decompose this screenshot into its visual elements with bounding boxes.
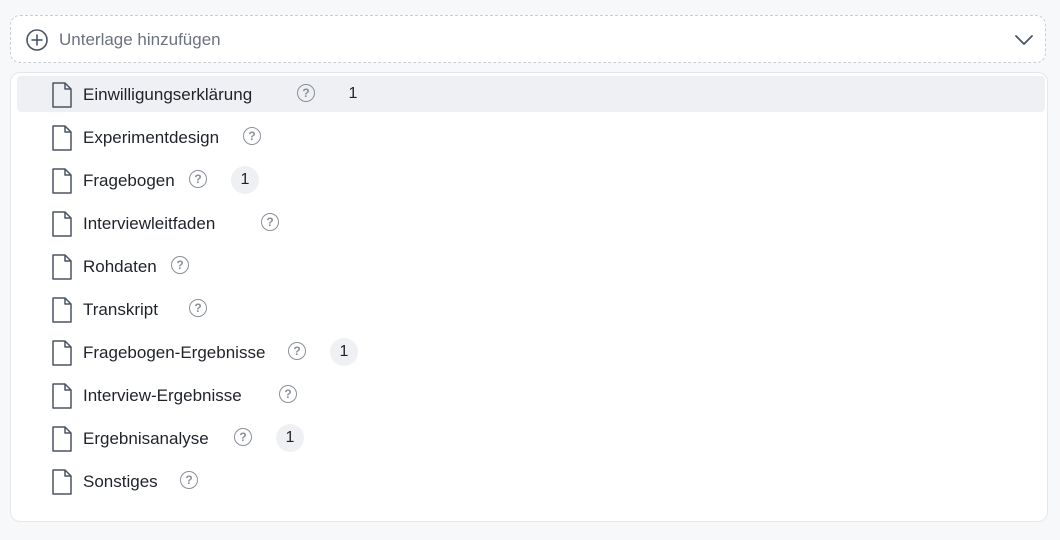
list-item[interactable]: Experimentdesign ? xyxy=(17,119,1045,155)
list-item[interactable]: Transkript ? xyxy=(17,291,1045,327)
list-item[interactable]: Einwilligungserklärung ? 1 xyxy=(17,76,1045,112)
document-icon xyxy=(52,383,72,409)
help-icon[interactable]: ? xyxy=(288,342,306,360)
plus-circle-icon xyxy=(26,29,48,51)
document-icon xyxy=(52,297,72,323)
help-icon[interactable]: ? xyxy=(279,385,297,403)
document-icon xyxy=(52,254,72,280)
add-document-label: Unterlage hinzufügen xyxy=(59,30,221,49)
list-item[interactable]: Sonstiges ? xyxy=(17,463,1045,499)
document-icon xyxy=(52,211,72,237)
document-icon xyxy=(52,125,72,151)
help-icon[interactable]: ? xyxy=(261,213,279,231)
list-item[interactable]: Interview-Ergebnisse ? xyxy=(17,377,1045,413)
item-label: Rohdaten xyxy=(83,257,157,276)
help-icon[interactable]: ? xyxy=(297,84,315,102)
help-icon[interactable]: ? xyxy=(243,127,261,145)
document-icon xyxy=(52,340,72,366)
document-icon xyxy=(52,426,72,452)
document-icon xyxy=(52,82,72,108)
list-item[interactable]: Rohdaten ? xyxy=(17,248,1045,284)
help-icon[interactable]: ? xyxy=(189,170,207,188)
item-label: Experimentdesign xyxy=(83,128,220,147)
list-item[interactable]: Ergebnisanalyse ? 1 xyxy=(17,420,1045,456)
count-badge: 1 xyxy=(276,424,304,452)
help-icon[interactable]: ? xyxy=(180,471,198,489)
item-label: Sonstiges xyxy=(83,472,158,491)
item-label: Einwilligungserklärung xyxy=(83,85,253,104)
item-label: Interview-Ergebnisse xyxy=(83,386,242,405)
item-label: Fragebogen-Ergebnisse xyxy=(83,343,266,362)
document-type-list: Einwilligungserklärung ? 1 Experimentdes… xyxy=(10,72,1048,522)
help-icon[interactable]: ? xyxy=(189,299,207,317)
item-label: Transkript xyxy=(83,300,158,319)
count-badge: 1 xyxy=(348,85,358,102)
chevron-down-icon[interactable] xyxy=(1013,30,1035,50)
count-badge: 1 xyxy=(330,338,358,366)
count-badge: 1 xyxy=(231,166,259,194)
item-label: Fragebogen xyxy=(83,171,175,190)
list-item[interactable]: Fragebogen ? 1 xyxy=(17,162,1045,198)
list-item[interactable]: Interviewleitfaden ? xyxy=(17,205,1045,241)
list-item[interactable]: Fragebogen-Ergebnisse ? 1 xyxy=(17,334,1045,370)
help-icon[interactable]: ? xyxy=(171,256,189,274)
item-label: Ergebnisanalyse xyxy=(83,429,209,448)
document-icon xyxy=(52,469,72,495)
document-icon xyxy=(52,168,72,194)
item-label: Interviewleitfaden xyxy=(83,214,216,233)
help-icon[interactable]: ? xyxy=(234,428,252,446)
add-document-dropdown[interactable]: Unterlage hinzufügen xyxy=(10,15,1046,63)
